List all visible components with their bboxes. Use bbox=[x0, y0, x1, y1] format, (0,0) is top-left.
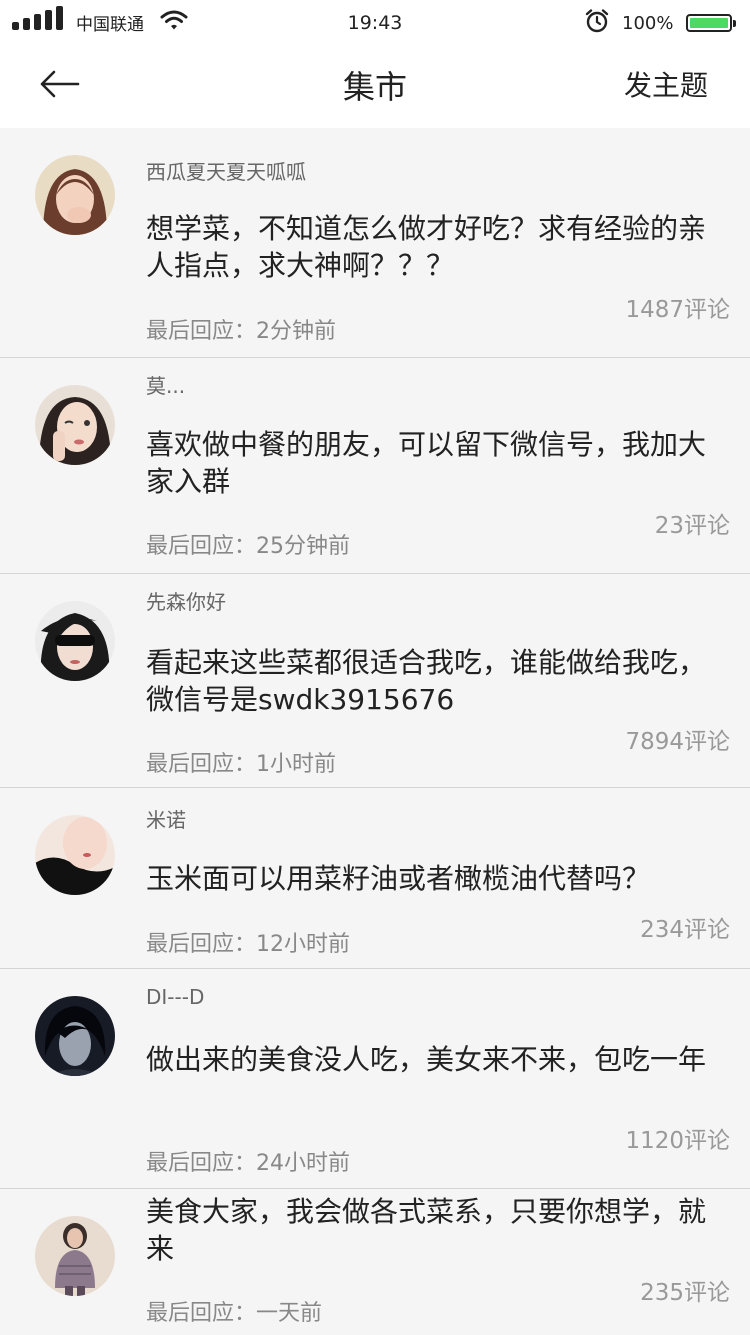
comment-count[interactable]: 7894评论 bbox=[625, 722, 730, 756]
post-text[interactable]: 喜欢做中餐的朋友，可以留下微信号，我加大家入群 bbox=[146, 426, 726, 500]
comment-count[interactable]: 23评论 bbox=[655, 506, 730, 540]
post-item[interactable]: 美食大家，我会做各式菜系，只要你想学，就来 235评论 最后回应：一天前 bbox=[0, 1189, 750, 1335]
post-item[interactable]: 米诺 玉米面可以用菜籽油或者橄榄油代替吗？ 234评论 最后回应：12小时前 bbox=[0, 788, 750, 969]
last-reply-time: 最后回应：1小时前 bbox=[146, 752, 336, 777]
avatar[interactable] bbox=[35, 155, 115, 235]
post-item[interactable]: 西瓜夏天夏天呱呱 想学菜，不知道怎么做才好吃？求有经验的亲人指点，求大神啊？？？… bbox=[0, 128, 750, 358]
nav-bar: 集市 发主题 bbox=[0, 46, 750, 128]
last-reply-time: 最后回应：2分钟前 bbox=[146, 319, 336, 344]
post-list: 西瓜夏天夏天呱呱 想学菜，不知道怎么做才好吃？求有经验的亲人指点，求大神啊？？？… bbox=[0, 128, 750, 1335]
battery-icon bbox=[686, 14, 736, 32]
post-text[interactable]: 看起来这些菜都很适合我吃，谁能做给我吃，微信号是swdk3915676 bbox=[146, 644, 726, 718]
post-text[interactable]: 玉米面可以用菜籽油或者橄榄油代替吗？ bbox=[146, 860, 726, 897]
avatar[interactable] bbox=[35, 815, 115, 895]
post-author[interactable]: 西瓜夏天夏天呱呱 bbox=[146, 156, 306, 185]
post-text[interactable]: 做出来的美食没人吃，美女来不来，包吃一年 bbox=[146, 1041, 726, 1078]
comment-count[interactable]: 1120评论 bbox=[625, 1121, 730, 1155]
post-text[interactable]: 美食大家，我会做各式菜系，只要你想学，就来 bbox=[146, 1193, 726, 1267]
last-reply-time: 最后回应：12小时前 bbox=[146, 932, 350, 957]
post-author[interactable]: 先森你好 bbox=[146, 586, 226, 615]
last-reply-time: 最后回应：25分钟前 bbox=[146, 534, 350, 559]
avatar[interactable] bbox=[35, 1216, 115, 1296]
post-author[interactable]: DI---D bbox=[146, 985, 204, 1009]
post-item[interactable]: DI---D 做出来的美食没人吃，美女来不来，包吃一年 1120评论 最后回应：… bbox=[0, 969, 750, 1189]
comment-count[interactable]: 235评论 bbox=[640, 1273, 730, 1307]
post-text[interactable]: 想学菜，不知道怎么做才好吃？求有经验的亲人指点，求大神啊？？？ bbox=[146, 210, 726, 284]
alarm-clock-icon bbox=[585, 9, 609, 33]
avatar[interactable] bbox=[35, 385, 115, 465]
battery-percent: 100% bbox=[622, 13, 674, 34]
avatar[interactable] bbox=[35, 601, 115, 681]
avatar[interactable] bbox=[35, 996, 115, 1076]
last-reply-time: 最后回应：24小时前 bbox=[146, 1151, 350, 1176]
new-topic-button[interactable]: 发主题 bbox=[624, 64, 708, 104]
post-item[interactable]: 莫... 喜欢做中餐的朋友，可以留下微信号，我加大家入群 23评论 最后回应：2… bbox=[0, 358, 750, 574]
comment-count[interactable]: 1487评论 bbox=[625, 290, 730, 324]
post-item[interactable]: 先森你好 看起来这些菜都很适合我吃，谁能做给我吃，微信号是swdk3915676… bbox=[0, 574, 750, 788]
last-reply-time: 最后回应：一天前 bbox=[146, 1301, 323, 1326]
post-author[interactable]: 莫... bbox=[146, 370, 185, 399]
post-author[interactable]: 米诺 bbox=[146, 804, 186, 833]
comment-count[interactable]: 234评论 bbox=[640, 910, 730, 944]
status-bar: 中国联通 19:43 100% bbox=[0, 0, 750, 46]
